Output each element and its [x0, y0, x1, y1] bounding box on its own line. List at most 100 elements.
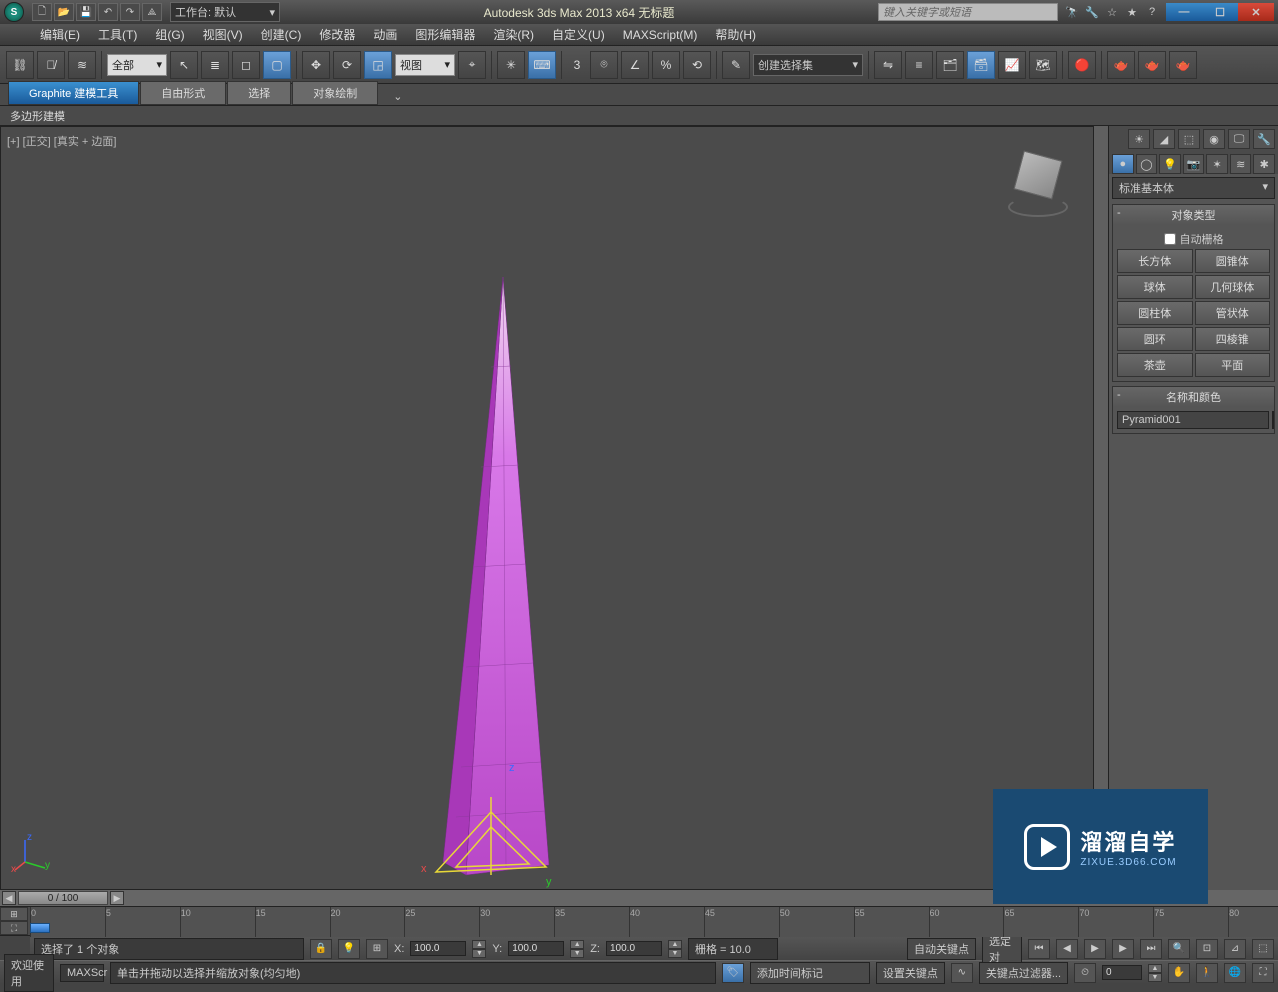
lock-icon[interactable]: 🔒	[310, 939, 332, 959]
obj-teapot[interactable]: 茶壶	[1117, 353, 1193, 377]
mirror-icon[interactable]: ⇋	[874, 51, 902, 79]
obj-torus[interactable]: 圆环	[1117, 327, 1193, 351]
tab-graphite[interactable]: Graphite 建模工具	[8, 81, 139, 105]
viewcube-cube-icon[interactable]	[1014, 151, 1063, 200]
close-button[interactable]: ✕	[1238, 3, 1274, 21]
unlink-icon[interactable]: ⛓̸	[37, 51, 65, 79]
pivot-icon[interactable]: ⌖	[458, 51, 486, 79]
autokey-button[interactable]: 自动关键点	[907, 938, 976, 960]
nav-region-icon[interactable]: ⬚	[1252, 939, 1274, 959]
shapes-tab-icon[interactable]: ◯	[1136, 154, 1158, 174]
util-icon[interactable]: 🔧	[1253, 129, 1275, 149]
geometry-tab-icon[interactable]: ●	[1112, 154, 1134, 174]
menu-animation[interactable]: 动画	[373, 26, 397, 43]
snap-toggle-icon[interactable]: ⌾	[590, 51, 618, 79]
key-filter-button[interactable]: 关键点过滤器...	[979, 962, 1068, 984]
help-icon[interactable]: ?	[1144, 4, 1160, 20]
next-frame-icon[interactable]: ▶	[110, 891, 124, 905]
track-filter-icon[interactable]: ⊞	[0, 907, 28, 921]
ribbon-panel-label[interactable]: 多边形建模	[0, 106, 1278, 126]
tab-freeform[interactable]: 自由形式	[140, 81, 226, 105]
obj-geosphere[interactable]: 几何球体	[1195, 275, 1271, 299]
y-input[interactable]	[508, 941, 564, 956]
menu-customize[interactable]: 自定义(U)	[552, 26, 605, 43]
nav-walk-icon[interactable]: 🚶	[1196, 963, 1218, 983]
material-editor-icon[interactable]: 🔴	[1068, 51, 1096, 79]
view-icon[interactable]: ◉	[1203, 129, 1225, 149]
select-icon[interactable]: ↖	[170, 51, 198, 79]
named-sel-icon[interactable]: ✎	[722, 51, 750, 79]
rollout-header[interactable]: 名称和颜色	[1113, 387, 1274, 407]
cameras-tab-icon[interactable]: 📷	[1183, 154, 1205, 174]
time-slider-thumb[interactable]: 0 / 100	[18, 891, 108, 905]
link-icon[interactable]: ⟁	[142, 3, 162, 21]
nav-zoom-icon[interactable]: 🔍	[1168, 939, 1190, 959]
track-zoom-icon[interactable]: ⛶	[0, 921, 28, 935]
app-icon[interactable]: S	[4, 2, 24, 22]
obj-tube[interactable]: 管状体	[1195, 301, 1271, 325]
lights-tab-icon[interactable]: 💡	[1159, 154, 1181, 174]
track-thumb[interactable]	[30, 923, 50, 933]
menu-edit[interactable]: 编辑(E)	[40, 26, 80, 43]
select-icon[interactable]: ⬚	[1178, 129, 1200, 149]
selection-filter[interactable]: 全部	[107, 54, 167, 76]
x-input[interactable]	[410, 941, 466, 956]
y-spinner[interactable]: ▲▼	[570, 940, 584, 958]
wrench-icon[interactable]: 🔧	[1084, 4, 1100, 20]
scale-icon[interactable]: ◲	[364, 51, 392, 79]
nav-icon[interactable]: ◢	[1153, 129, 1175, 149]
systems-tab-icon[interactable]: ✱	[1253, 154, 1275, 174]
redo-icon[interactable]: ↷	[120, 3, 140, 21]
layer-manager-icon[interactable]: 🗃	[967, 51, 995, 79]
welcome-label[interactable]: 欢迎使用	[4, 954, 54, 992]
object-color-swatch[interactable]	[1272, 411, 1274, 429]
save-icon[interactable]: 💾	[76, 3, 96, 21]
time-config-icon[interactable]: ⏲	[1074, 963, 1096, 983]
window-crossing-icon[interactable]: ▢	[263, 51, 291, 79]
render-frame-icon[interactable]: 🫖	[1138, 51, 1166, 79]
move-icon[interactable]: ✥	[302, 51, 330, 79]
ribbon-expand-icon[interactable]: ⌄	[387, 88, 408, 105]
menu-tools[interactable]: 工具(T)	[98, 26, 137, 43]
object-name-input[interactable]	[1117, 411, 1269, 429]
current-frame-input[interactable]	[1102, 965, 1142, 980]
viewcube-ring-icon[interactable]	[1008, 197, 1068, 217]
menu-modifiers[interactable]: 修改器	[319, 26, 355, 43]
goto-start-icon[interactable]: ⏮	[1028, 939, 1050, 959]
maximize-button[interactable]: ☐	[1202, 3, 1238, 21]
menu-help[interactable]: 帮助(H)	[715, 26, 756, 43]
obj-sphere[interactable]: 球体	[1117, 275, 1193, 299]
angle-snap-icon[interactable]: ∠	[621, 51, 649, 79]
x-spinner[interactable]: ▲▼	[472, 940, 486, 958]
render-setup-icon[interactable]: 🫖	[1107, 51, 1135, 79]
render-icon[interactable]: 🫖	[1169, 51, 1197, 79]
favorite-icon[interactable]: ★	[1124, 4, 1140, 20]
binoculars-icon[interactable]: 🔭	[1064, 4, 1080, 20]
manipulate-icon[interactable]: ✳	[497, 51, 525, 79]
select-name-icon[interactable]: ≣	[201, 51, 229, 79]
select-region-icon[interactable]: ◻	[232, 51, 260, 79]
menu-rendering[interactable]: 渲染(R)	[493, 26, 534, 43]
abs-rel-icon[interactable]: ⊞	[366, 939, 388, 959]
isolate-icon[interactable]: 💡	[338, 939, 360, 959]
menu-maxscript[interactable]: MAXScript(M)	[623, 28, 698, 42]
autogrid-checkbox[interactable]	[1164, 233, 1176, 245]
link-icon[interactable]: ⛓	[6, 51, 34, 79]
curve-editor-icon[interactable]: 📈	[998, 51, 1026, 79]
frame-spinner[interactable]: ▲▼	[1148, 964, 1162, 982]
new-icon[interactable]: 🗋	[32, 3, 52, 21]
pyramid-model[interactable]: x y z	[381, 267, 581, 907]
maxscript-label[interactable]: MAXScr	[60, 964, 104, 982]
time-ruler[interactable]: 0 5 10 15 20 25 30 35 40 45 50 55 60 65 …	[30, 907, 1278, 937]
menu-create[interactable]: 创建(C)	[261, 26, 302, 43]
spinner-snap-icon[interactable]: ⟲	[683, 51, 711, 79]
nav-pan-icon[interactable]: ✋	[1168, 963, 1190, 983]
viewport[interactable]: [+] [正交] [真实 + 边面]	[0, 126, 1094, 890]
schematic-icon[interactable]: 🗺	[1029, 51, 1057, 79]
keymode-icon[interactable]: ∿	[951, 963, 973, 983]
subcategory-dropdown[interactable]: 标准基本体	[1112, 177, 1275, 199]
viewport-scrollbar[interactable]	[1094, 126, 1108, 890]
nav-fov-icon[interactable]: ⊿	[1224, 939, 1246, 959]
goto-end-icon[interactable]: ⏭	[1140, 939, 1162, 959]
light-icon[interactable]: ☀	[1128, 129, 1150, 149]
